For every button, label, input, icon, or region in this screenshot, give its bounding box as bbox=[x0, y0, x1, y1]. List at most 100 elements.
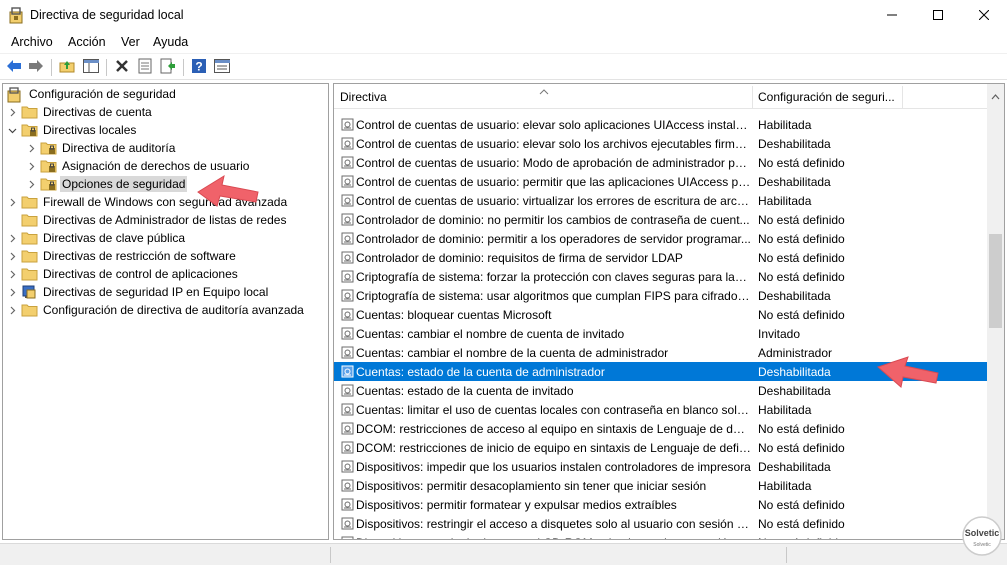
up-folder-button[interactable] bbox=[58, 58, 76, 76]
console-view-icon bbox=[214, 58, 230, 76]
column-divider[interactable] bbox=[752, 86, 753, 108]
chevron-right-icon[interactable] bbox=[7, 107, 17, 117]
chevron-right-icon[interactable] bbox=[7, 197, 17, 207]
tree-item[interactable]: Configuración de directiva de auditoría … bbox=[7, 301, 306, 319]
properties-button[interactable] bbox=[136, 58, 154, 76]
list-row[interactable]: Dispositivos: restringir el acceso al CD… bbox=[334, 533, 987, 539]
list-row[interactable]: Cuentas: limitar el uso de cuentas local… bbox=[334, 400, 987, 419]
policy-name: Control de cuentas de usuario: virtualiz… bbox=[356, 193, 751, 208]
folder-icon bbox=[21, 123, 38, 137]
forward-button[interactable] bbox=[27, 58, 45, 76]
policy-setting: No está definido bbox=[758, 212, 845, 227]
policy-icon bbox=[341, 327, 354, 340]
menu-archivo[interactable]: Archivo bbox=[11, 35, 53, 49]
tree-item[interactable]: Directivas de restricción de software bbox=[7, 247, 238, 265]
properties-icon bbox=[138, 58, 152, 77]
maximize-button[interactable] bbox=[915, 0, 961, 31]
back-button[interactable] bbox=[5, 58, 23, 76]
list-row[interactable]: Cuentas: bloquear cuentas Microsoft No es… bbox=[334, 305, 987, 324]
column-header-configuracion-label: Configuración de seguri... bbox=[758, 89, 895, 104]
list-row[interactable]: Controlador de dominio: permitir a los o… bbox=[334, 229, 987, 248]
list-row[interactable]: Control de cuentas de usuario: elevar so… bbox=[334, 115, 987, 134]
close-icon bbox=[978, 9, 990, 23]
list-row[interactable]: Control de cuentas de usuario: Modo de a… bbox=[334, 153, 987, 172]
policy-setting: No está definido bbox=[758, 516, 845, 531]
back-icon bbox=[6, 59, 22, 76]
chevron-right-icon[interactable] bbox=[7, 287, 17, 297]
status-divider bbox=[786, 547, 787, 563]
help-button[interactable]: ? bbox=[190, 58, 208, 76]
policy-setting: No está definido bbox=[758, 269, 845, 284]
chevron-right-icon[interactable] bbox=[26, 143, 36, 153]
policy-name: Control de cuentas de usuario: Modo de a… bbox=[356, 155, 751, 170]
policy-icon bbox=[341, 213, 354, 226]
list-row[interactable]: Control de cuentas de usuario: elevar so… bbox=[334, 134, 987, 153]
policy-icon bbox=[341, 498, 354, 511]
chevron-right-icon[interactable] bbox=[26, 179, 36, 189]
policy-setting: Habilitada bbox=[758, 402, 812, 417]
column-divider[interactable] bbox=[902, 86, 903, 108]
policy-name: Controlador de dominio: requisitos de fi… bbox=[356, 250, 683, 265]
tree-item[interactable]: Directivas de seguridad IP en Equipo loc… bbox=[7, 283, 270, 301]
scrollbar-thumb[interactable] bbox=[989, 234, 1002, 328]
folder-icon bbox=[21, 195, 38, 209]
menu-accion[interactable]: Acción bbox=[68, 35, 106, 49]
list-row[interactable]: Dispositivos: impedir que los usuarios i… bbox=[334, 457, 987, 476]
policy-setting: Deshabilitada bbox=[758, 174, 831, 189]
chevron-right-icon[interactable] bbox=[7, 233, 17, 243]
folder-icon bbox=[21, 267, 38, 281]
list-row[interactable]: Control de cuentas de usuario: permitir … bbox=[334, 172, 987, 191]
tree-item[interactable]: Opciones de seguridad bbox=[26, 175, 188, 193]
policy-name: Dispositivos: impedir que los usuarios i… bbox=[356, 459, 751, 474]
tree-item[interactable]: Directivas de clave pública bbox=[7, 229, 187, 247]
scroll-up-icon[interactable] bbox=[991, 89, 1000, 103]
console-view-button[interactable] bbox=[213, 58, 231, 76]
chevron-right-icon[interactable] bbox=[26, 161, 36, 171]
policy-icon bbox=[341, 403, 354, 416]
policy-icon bbox=[341, 118, 354, 131]
list-row[interactable]: Dispositivos: permitir desacoplamiento s… bbox=[334, 476, 987, 495]
chevron-right-icon[interactable] bbox=[7, 269, 17, 279]
security-policy-app-icon bbox=[9, 7, 24, 24]
list-row[interactable]: Control de cuentas de usuario: virtualiz… bbox=[334, 191, 987, 210]
help-icon: ? bbox=[191, 58, 207, 77]
list-row[interactable]: Criptografía de sistema: forzar la prote… bbox=[334, 267, 987, 286]
list-row[interactable]: Controlador de dominio: requisitos de fi… bbox=[334, 248, 987, 267]
vertical-scrollbar[interactable] bbox=[987, 84, 1004, 539]
tree-item[interactable]: Directivas de cuenta bbox=[7, 103, 154, 121]
menu-ver[interactable]: Ver bbox=[121, 35, 140, 49]
list-row[interactable]: Criptografía de sistema: usar algoritmos… bbox=[334, 286, 987, 305]
tree-root[interactable]: Configuración de seguridad bbox=[7, 85, 178, 103]
folder-icon bbox=[40, 141, 57, 155]
policy-icon bbox=[341, 232, 354, 245]
status-bar bbox=[0, 543, 1007, 565]
close-button[interactable] bbox=[961, 0, 1007, 31]
chevron-right-icon[interactable] bbox=[7, 305, 17, 315]
list-row[interactable]: Dispositivos: restringir el acceso a dis… bbox=[334, 514, 987, 533]
tree-item[interactable]: Directivas locales bbox=[7, 121, 138, 139]
list-row[interactable]: Dispositivos: permitir formatear y expul… bbox=[334, 495, 987, 514]
security-settings-icon bbox=[7, 87, 24, 103]
export-list-button[interactable] bbox=[159, 58, 177, 76]
list-row[interactable]: Controlador de dominio: no permitir los … bbox=[334, 210, 987, 229]
delete-button[interactable] bbox=[113, 58, 131, 76]
toolbar: ? bbox=[0, 53, 1007, 80]
chevron-down-icon[interactable] bbox=[7, 125, 17, 135]
policy-icon bbox=[341, 536, 354, 539]
chevron-right-icon[interactable] bbox=[7, 251, 17, 261]
chevron-right-icon[interactable] bbox=[7, 215, 17, 225]
list-pane: Directiva Configuración de seguri... Con… bbox=[333, 83, 1005, 540]
policy-setting: No está definido bbox=[758, 250, 845, 265]
show-tree-button[interactable] bbox=[82, 58, 100, 76]
column-header-directiva[interactable]: Directiva bbox=[340, 84, 387, 109]
list-row[interactable]: Cuentas: cambiar el nombre de cuenta de … bbox=[334, 324, 987, 343]
list-row[interactable]: DCOM: restricciones de acceso al equipo … bbox=[334, 419, 987, 438]
minimize-button[interactable] bbox=[869, 0, 915, 31]
tree-item-label: Configuración de directiva de auditoría … bbox=[43, 303, 304, 317]
column-header-configuracion[interactable]: Configuración de seguri... bbox=[758, 84, 895, 109]
policy-name: DCOM: restricciones de acceso al equipo … bbox=[356, 421, 751, 436]
tree-item[interactable]: Directiva de auditoría bbox=[26, 139, 177, 157]
menu-ayuda[interactable]: Ayuda bbox=[153, 35, 188, 49]
tree-item[interactable]: Directivas de control de aplicaciones bbox=[7, 265, 240, 283]
list-row[interactable]: DCOM: restricciones de inicio de equipo … bbox=[334, 438, 987, 457]
